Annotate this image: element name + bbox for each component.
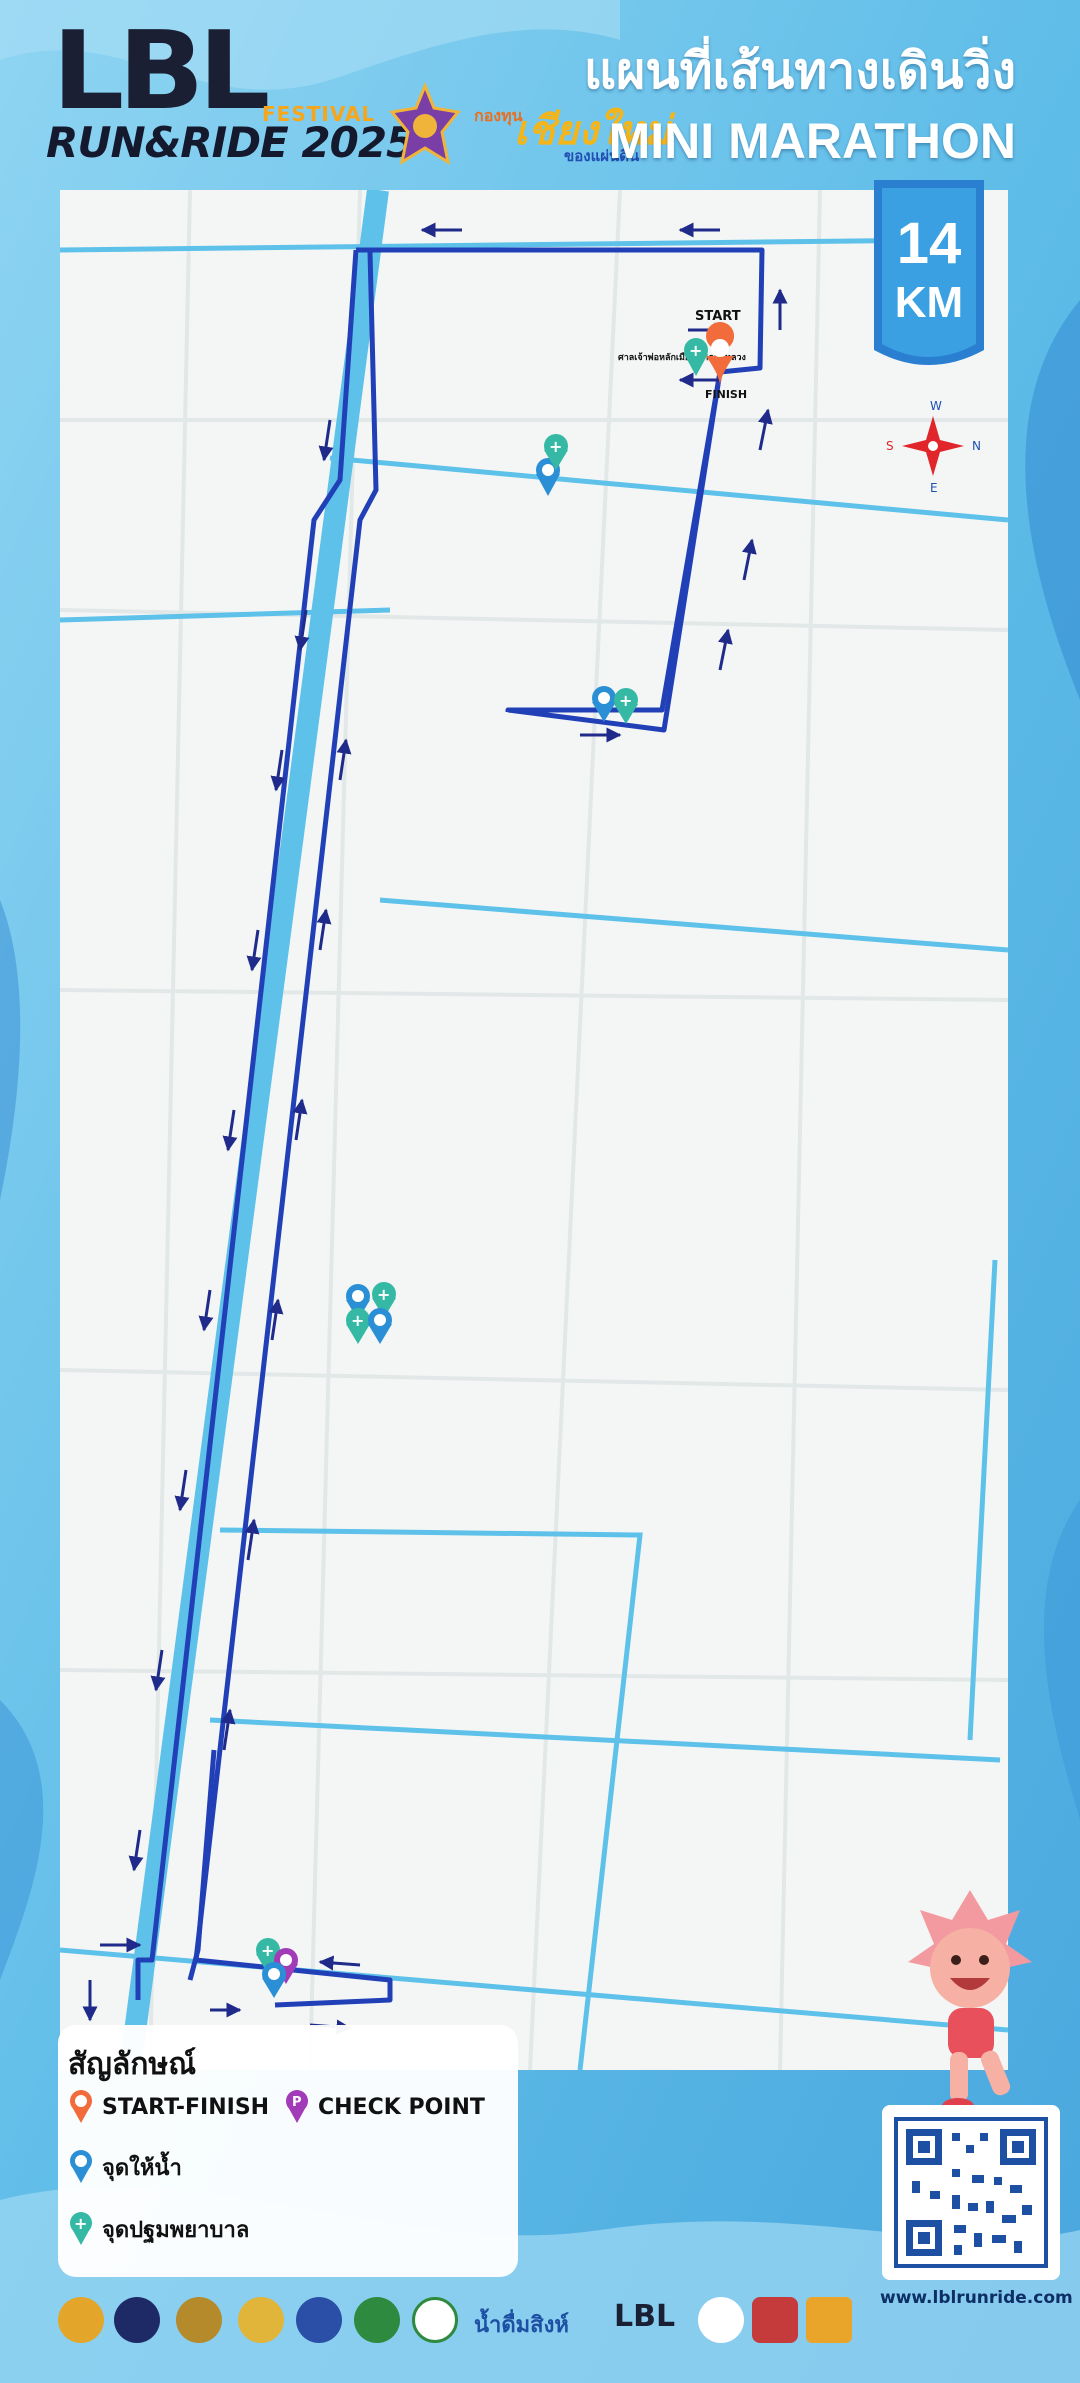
svg-text:+: + [619,691,632,710]
svg-text:+: + [689,341,702,360]
compass-rose: W S N E [878,398,988,495]
svg-text:+: + [74,2214,87,2233]
royal-emblem-icon [389,82,461,166]
distance-value: 14 [896,211,962,276]
compass-south-label: S [886,439,894,453]
festival-label: FESTIVAL [262,102,376,126]
brand-logo: LBL [52,9,270,134]
first-aid-pin-icon: + [684,338,708,376]
water-station-pin-icon [262,1962,286,1998]
check-point-pin-icon: P [286,2090,308,2123]
svg-text:+: + [377,1285,390,1304]
distance-unit: KM [894,278,964,327]
sponsor-logo-icon [698,2297,744,2343]
svg-text:+: + [549,437,562,456]
map-canvas: START FINISH ศาลเจ้าพ่อหลักเมือง ลาดบัวห… [60,190,1008,2070]
finish-label: FINISH [705,388,747,401]
distance-badge: 14 KM [874,180,984,370]
sponsor-logo-icon [412,2297,458,2343]
sponsor-singha: น้ำดื่มสิงห์ [474,2313,569,2338]
first-aid-pin-icon: + [614,688,638,724]
legend-item-start-finish: START-FINISH [68,2087,269,2127]
route-map: START FINISH ศาลเจ้าพ่อหลักเมือง ลาดบัวห… [60,190,1008,2070]
svg-text:+: + [261,1941,274,1960]
water-station-pin-icon [368,1308,392,1344]
svg-text:+: + [351,1311,364,1330]
legend-item-water-station: จุดให้น้ำ [68,2147,182,2187]
legend-label: CHECK POINT [318,2094,485,2120]
qr-code-icon [894,2117,1048,2268]
legend-label: START-FINISH [102,2094,270,2120]
first-aid-pin-icon: + [70,2212,92,2245]
sponsor-logo-icon [238,2297,284,2343]
legend-label: จุดให้น้ำ [102,2155,182,2181]
sponsor-logo-icon [114,2297,160,2343]
water-station-pin-icon [70,2150,92,2183]
legend-label: จุดปฐมพยาบาล [102,2217,250,2243]
sponsor-logo-icon [354,2297,400,2343]
map-legend: สัญลักษณ์ START-FINISH P CHECK POINT จุด… [58,2025,518,2277]
sponsor-logo-icon [58,2297,104,2343]
compass-north-label: N [972,439,981,453]
compass-east-label: E [930,481,938,494]
qr-code[interactable] [882,2105,1060,2280]
sponsor-logo-icon [752,2297,798,2343]
legend-item-check-point: P CHECK POINT [284,2087,485,2127]
start-label: START [695,309,741,324]
svg-text:P: P [292,2095,302,2110]
legend-item-first-aid: + จุดปฐมพยาบาล [68,2209,249,2249]
website-url[interactable]: www.lblrunride.com [880,2288,1073,2308]
mascot-character-icon [908,1890,1032,2114]
sponsor-logo-icon [176,2297,222,2343]
sponsor-lbl-cycling: LBL [614,2299,676,2334]
map-title-thai: แผนที่เส้นทางเดินวิ่ง [583,42,1016,100]
map-title-english: MINI MARATHON [608,113,1016,169]
start-finish-pin-icon [70,2090,92,2123]
compass-west-label: W [930,399,942,413]
first-aid-pin-icon: + [346,1308,370,1344]
compass-icon: W S N E [886,399,981,495]
sponsor-logo-icon [806,2297,852,2343]
header: LBL RUN&RIDE 2025 FESTIVAL กองทุน เชียงใ… [0,0,1080,185]
sponsor-logos: น้ำดื่มสิงห์ LBL [54,2293,874,2353]
legend-title: สัญลักษณ์ [68,2047,197,2082]
sponsor-logo-icon [296,2297,342,2343]
